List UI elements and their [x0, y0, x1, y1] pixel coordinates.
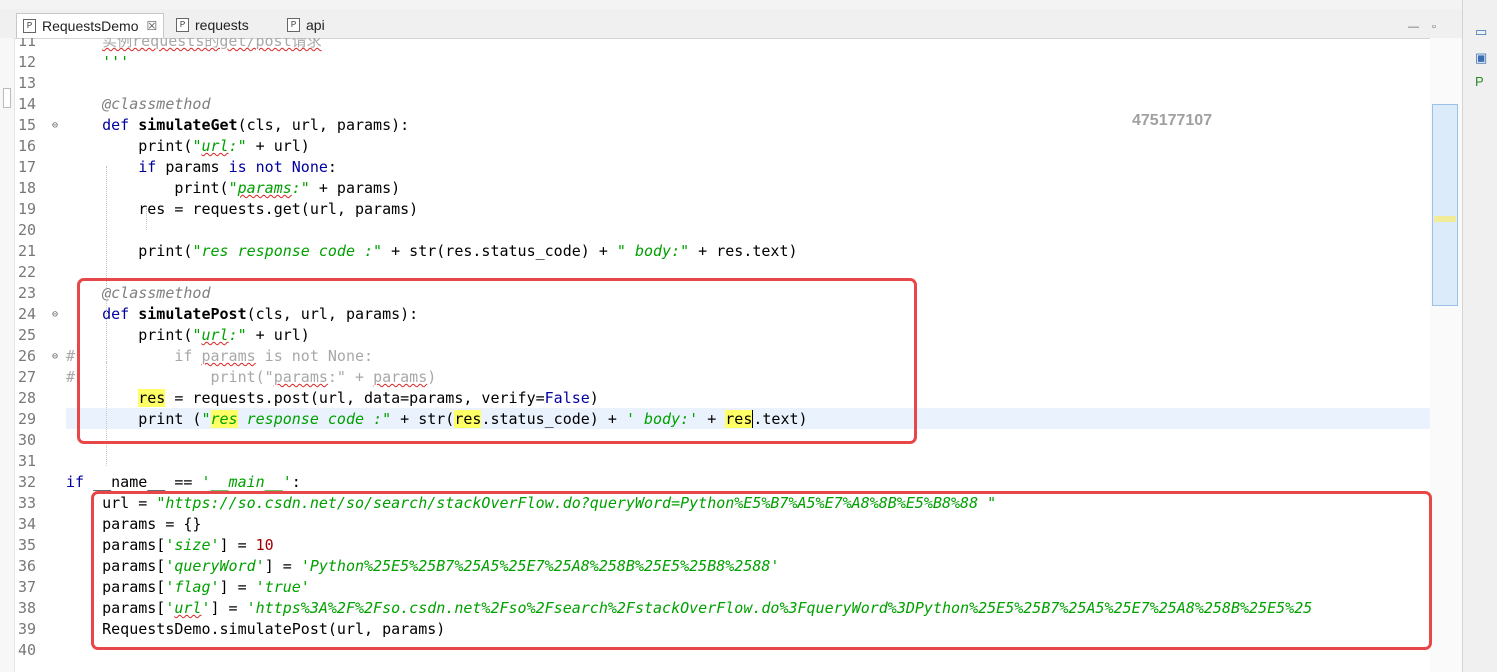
tab-label: RequestsDemo	[42, 18, 139, 34]
code-line[interactable]: 16 print("url:" + url)	[14, 136, 1430, 157]
code-line[interactable]: 11 实例requests的get/post请求	[14, 38, 1430, 52]
maximize-icon[interactable]: ▫	[1432, 21, 1436, 33]
line-number: 37	[18, 578, 37, 596]
code-line[interactable]: 14 @classmethod	[14, 94, 1430, 115]
line-number: 12	[18, 53, 37, 71]
code-text[interactable]: print("res response code :" + str(res.st…	[66, 241, 797, 262]
line-number: 14	[18, 95, 37, 113]
annotation-box-main-block	[91, 491, 1432, 650]
code-text[interactable]: '''	[66, 52, 129, 73]
left-marker-bar	[0, 38, 15, 672]
right-tool-strip: ▭ ▣ P	[1462, 0, 1497, 672]
code-line[interactable]: 12 '''	[14, 52, 1430, 73]
line-number: 30	[18, 431, 37, 449]
occurrence-marker[interactable]	[1434, 216, 1456, 222]
code-line[interactable]: 15 ⊖ def simulateGet(cls, url, params):	[14, 115, 1430, 136]
minimize-icon[interactable]: —	[1408, 21, 1419, 33]
line-number: 21	[18, 242, 37, 260]
fold-toggle-icon[interactable]: ⊖	[52, 346, 58, 367]
close-tab-icon[interactable]: ☒	[147, 19, 158, 33]
editor-tab-bar: P RequestsDemo ☒ P requests P api — ▫	[0, 9, 1462, 39]
code-line[interactable]: 31	[14, 451, 1430, 472]
line-number: 32	[18, 473, 37, 491]
code-text[interactable]: 实例requests的get/post请求	[66, 38, 322, 52]
code-line[interactable]: 21 print("res response code :" + str(res…	[14, 241, 1430, 262]
code-line[interactable]: 19 res = requests.get(url, params)	[14, 199, 1430, 220]
python-package-icon: P	[176, 18, 189, 32]
code-line[interactable]: 18 print("params:" + params)	[14, 178, 1430, 199]
line-number: 38	[18, 599, 37, 617]
code-line[interactable]: 13	[14, 73, 1430, 94]
console-icon[interactable]: ▣	[1475, 50, 1487, 66]
code-text[interactable]: def simulateGet(cls, url, params):	[66, 115, 409, 136]
fold-toggle-icon[interactable]: ⊖	[52, 304, 58, 325]
tab-requestsdemo[interactable]: P RequestsDemo ☒	[16, 13, 165, 38]
line-number: 40	[18, 641, 37, 659]
line-number: 11	[18, 38, 37, 50]
code-line[interactable]: 17 if params is not None:	[14, 157, 1430, 178]
line-number: 20	[18, 221, 37, 239]
code-text[interactable]: res = requests.get(url, params)	[66, 199, 418, 220]
python-file-icon: P	[287, 18, 300, 32]
python-file-icon: P	[23, 19, 36, 33]
pydev-package-icon[interactable]: P	[1475, 74, 1484, 89]
marker-icon	[3, 88, 11, 108]
line-number: 22	[18, 263, 37, 281]
line-number: 36	[18, 557, 37, 575]
window-top-strip	[0, 0, 1497, 9]
line-number: 28	[18, 389, 37, 407]
code-text[interactable]: if __name__ == '__main__':	[66, 472, 301, 493]
fold-toggle-icon[interactable]: ⊖	[52, 115, 58, 136]
annotation-box-simulatepost	[77, 278, 917, 444]
watermark-text: 475177107	[1132, 112, 1213, 129]
tab-label: requests	[195, 17, 249, 33]
code-line[interactable]: 32 if __name__ == '__main__':	[14, 472, 1430, 493]
line-number: 16	[18, 137, 37, 155]
line-number: 29	[18, 410, 37, 428]
line-number: 34	[18, 515, 37, 533]
code-line[interactable]: 20	[14, 220, 1430, 241]
line-number: 27	[18, 368, 37, 386]
code-text[interactable]: print("params:" + params)	[66, 178, 400, 199]
tab-label: api	[306, 17, 325, 33]
tab-api[interactable]: P api	[287, 13, 325, 37]
tab-requests[interactable]: P requests	[176, 13, 249, 37]
indent-guide	[146, 208, 147, 230]
line-number: 17	[18, 158, 37, 176]
line-number: 31	[18, 452, 37, 470]
line-number: 23	[18, 284, 37, 302]
line-number: 19	[18, 200, 37, 218]
line-number: 33	[18, 494, 37, 512]
line-number: 13	[18, 74, 37, 92]
restore-icon[interactable]: ▭	[1475, 24, 1487, 40]
code-text[interactable]: @classmethod	[66, 94, 210, 115]
line-number: 35	[18, 536, 37, 554]
line-number: 25	[18, 326, 37, 344]
line-number: 39	[18, 620, 37, 638]
overview-ruler[interactable]	[1430, 38, 1462, 672]
line-number: 18	[18, 179, 37, 197]
code-text[interactable]: print("url:" + url)	[66, 136, 310, 157]
scroll-thumb[interactable]	[1432, 104, 1458, 306]
